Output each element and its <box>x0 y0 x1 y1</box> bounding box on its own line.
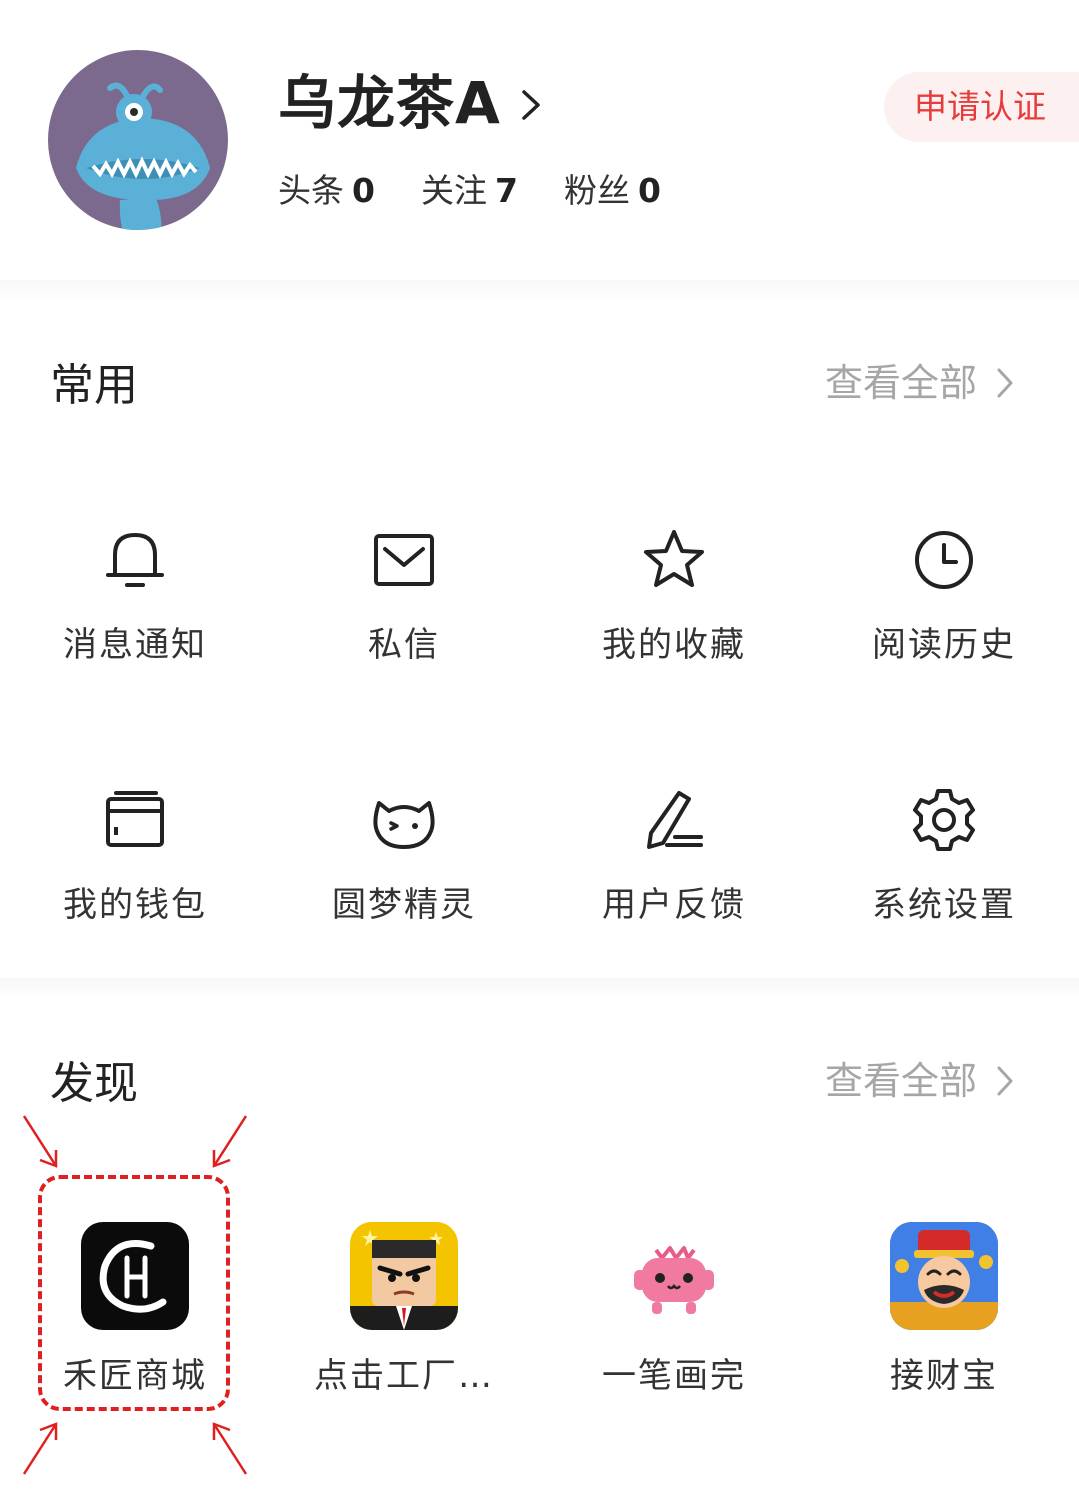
monster-avatar-icon <box>76 82 210 230</box>
grid-item-label: 系统设置 <box>872 885 1016 925</box>
star-icon <box>644 530 704 587</box>
chevron-right-icon <box>997 1066 1013 1096</box>
grid-item-label: 用户反馈 <box>602 885 746 925</box>
arrow-icon <box>22 1422 58 1475</box>
stat-value: 0 <box>637 171 661 210</box>
grid-item-label: 阅读历史 <box>872 625 1016 665</box>
grid-item-label: 我的收藏 <box>602 625 746 665</box>
view-all-label: 查看全部 <box>824 361 977 405</box>
discover-view-all-link[interactable]: 查看全部 <box>825 1056 1015 1106</box>
profile-stats: 头条 0 关注 7 粉丝 0 <box>278 170 661 212</box>
grid-item-notifications[interactable]: 消息通知 <box>0 525 270 667</box>
stat-value: 0 <box>352 171 375 210</box>
stat-followers[interactable]: 粉丝 0 <box>564 170 661 212</box>
app-label: 接财宝 <box>890 1356 998 1396</box>
gear-icon <box>913 789 975 851</box>
grid-item-label: 我的钱包 <box>63 885 207 925</box>
arrow-icon <box>212 1115 248 1168</box>
common-view-all-link[interactable]: 查看全部 <box>825 358 1015 408</box>
stat-label: 粉丝 <box>563 171 630 210</box>
app-one-stroke[interactable]: 一笔画完 <box>539 1222 809 1398</box>
stat-posts[interactable]: 头条 0 <box>278 170 375 212</box>
stat-label: 关注 <box>420 171 487 210</box>
chevron-right-icon <box>997 368 1013 398</box>
pink-cat-icon <box>620 1222 728 1330</box>
grid-item-messages[interactable]: 私信 <box>269 525 539 667</box>
common-section-title: 常用 <box>50 360 138 411</box>
stat-label: 头条 <box>278 171 344 210</box>
grid-item-label: 私信 <box>368 625 440 665</box>
app-click-factory[interactable]: 点击工厂… <box>269 1222 539 1398</box>
view-all-label: 查看全部 <box>824 1059 977 1103</box>
discover-section-title: 发现 <box>50 1058 138 1109</box>
avatar[interactable] <box>48 50 228 230</box>
grid-item-label: 圆梦精灵 <box>332 885 476 925</box>
wallet-icon <box>106 791 164 847</box>
mail-icon <box>374 534 434 586</box>
verify-button[interactable]: 申请认证 <box>884 72 1079 142</box>
app-label: 一笔画完 <box>602 1356 746 1396</box>
arrow-icon <box>212 1422 248 1475</box>
stat-following[interactable]: 关注 7 <box>421 170 518 212</box>
pen-icon <box>647 791 703 849</box>
grid-item-label: 消息通知 <box>63 625 207 665</box>
grid-item-feedback[interactable]: 用户反馈 <box>539 785 809 927</box>
grid-item-settings[interactable]: 系统设置 <box>809 785 1079 927</box>
stat-value: 7 <box>494 171 518 210</box>
cat-face-icon <box>373 801 435 849</box>
grid-item-history[interactable]: 阅读历史 <box>809 525 1079 667</box>
grid-item-wallet[interactable]: 我的钱包 <box>0 785 270 927</box>
grid-item-favorites[interactable]: 我的收藏 <box>539 525 809 667</box>
highlight-box <box>38 1175 230 1411</box>
chevron-right-icon[interactable] <box>518 88 544 122</box>
username[interactable]: 乌龙茶A <box>278 68 501 138</box>
clock-icon <box>915 531 973 589</box>
grid-item-dream-sprite[interactable]: 圆梦精灵 <box>269 785 539 927</box>
app-label: 点击工厂… <box>314 1356 494 1396</box>
arrow-icon <box>22 1115 58 1168</box>
app-fortune-treasure[interactable]: 接财宝 <box>809 1222 1079 1398</box>
section-divider <box>0 978 1079 1000</box>
fortune-god-icon <box>890 1222 998 1330</box>
bell-icon <box>106 533 164 587</box>
section-divider <box>0 280 1079 302</box>
click-factory-icon <box>350 1222 458 1330</box>
profile-header: 乌龙茶A 头条 0 关注 7 粉丝 0 申请认证 <box>0 0 1079 280</box>
